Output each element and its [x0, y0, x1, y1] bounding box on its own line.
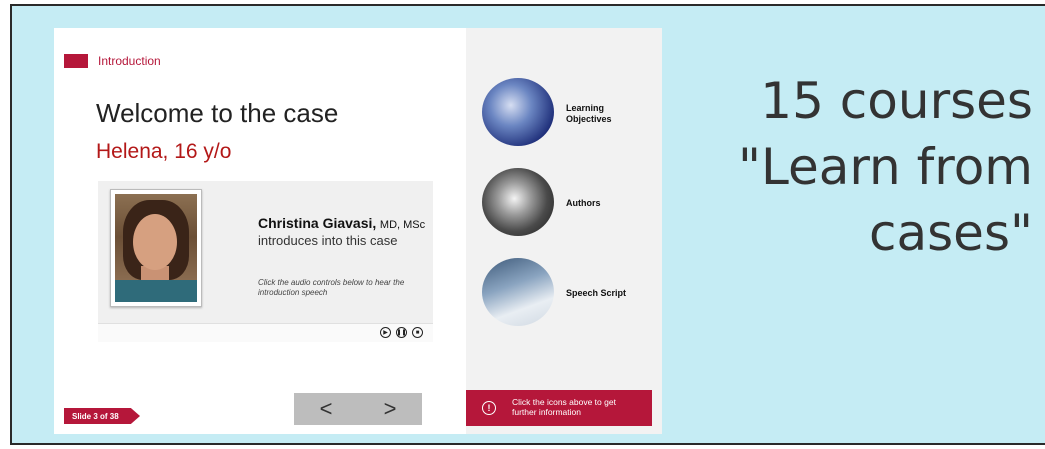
presenter-photo	[110, 189, 202, 307]
menu-item-label[interactable]: Speech Script	[566, 288, 626, 299]
slide-navigation: < >	[294, 393, 422, 425]
menu-item-label[interactable]: Authors	[566, 198, 601, 209]
audio-player: ▶ ❚❚ ■	[98, 323, 433, 342]
alert-icon: !	[482, 401, 496, 415]
presenter-name: Christina Giavasi,	[258, 215, 377, 231]
section-marker	[64, 54, 88, 68]
menu-item-authors[interactable]: Authors	[482, 168, 662, 238]
presenter-card: Christina Giavasi, MD, MSc introduces in…	[98, 181, 433, 342]
promo-headline: 15 courses "Learn from cases"	[693, 68, 1033, 266]
section-label: Introduction	[98, 54, 161, 68]
side-menu: Learning Objectives Authors Speech Scrip…	[466, 28, 662, 434]
headline-line-3: cases"	[869, 204, 1033, 262]
presenter-tagline: introduces into this case	[258, 233, 398, 248]
menu-item-speech-script[interactable]: Speech Script	[482, 258, 662, 328]
presenter-name-line: Christina Giavasi, MD, MSc	[258, 215, 425, 231]
headline-line-1: 15 courses	[760, 72, 1033, 130]
pause-icon[interactable]: ❚❚	[396, 327, 407, 338]
section-tag: Introduction	[64, 54, 161, 68]
menu-item-learning-objectives[interactable]: Learning Objectives	[482, 78, 662, 148]
dna-helix-icon[interactable]	[482, 78, 554, 146]
slide-subtitle: Helena, 16 y/o	[96, 140, 232, 163]
info-bar: ! Click the icons above to get further i…	[466, 390, 652, 426]
slide-counter: Slide 3 of 38	[64, 408, 140, 424]
chevron-left-icon: <	[319, 396, 333, 421]
portrait-icon[interactable]	[482, 168, 554, 236]
menu-item-label[interactable]: Learning Objectives	[566, 103, 626, 125]
next-slide-button[interactable]: >	[358, 393, 422, 425]
headline-line-2: "Learn from	[738, 138, 1033, 196]
presenter-credentials: MD, MSc	[379, 219, 426, 231]
chevron-right-icon: >	[383, 396, 397, 421]
screenshot-frame: Introduction Welcome to the case Helena,…	[10, 4, 1045, 445]
play-icon[interactable]: ▶	[380, 327, 391, 338]
slide-title: Welcome to the case	[96, 98, 339, 128]
stop-icon[interactable]: ■	[412, 327, 423, 338]
info-text: Click the icons above to get further inf…	[512, 397, 616, 417]
previous-slide-button[interactable]: <	[294, 393, 358, 425]
course-slide: Introduction Welcome to the case Helena,…	[54, 28, 662, 434]
writing-hand-icon[interactable]	[482, 258, 554, 326]
audio-hint: Click the audio controls below to hear t…	[258, 278, 405, 297]
